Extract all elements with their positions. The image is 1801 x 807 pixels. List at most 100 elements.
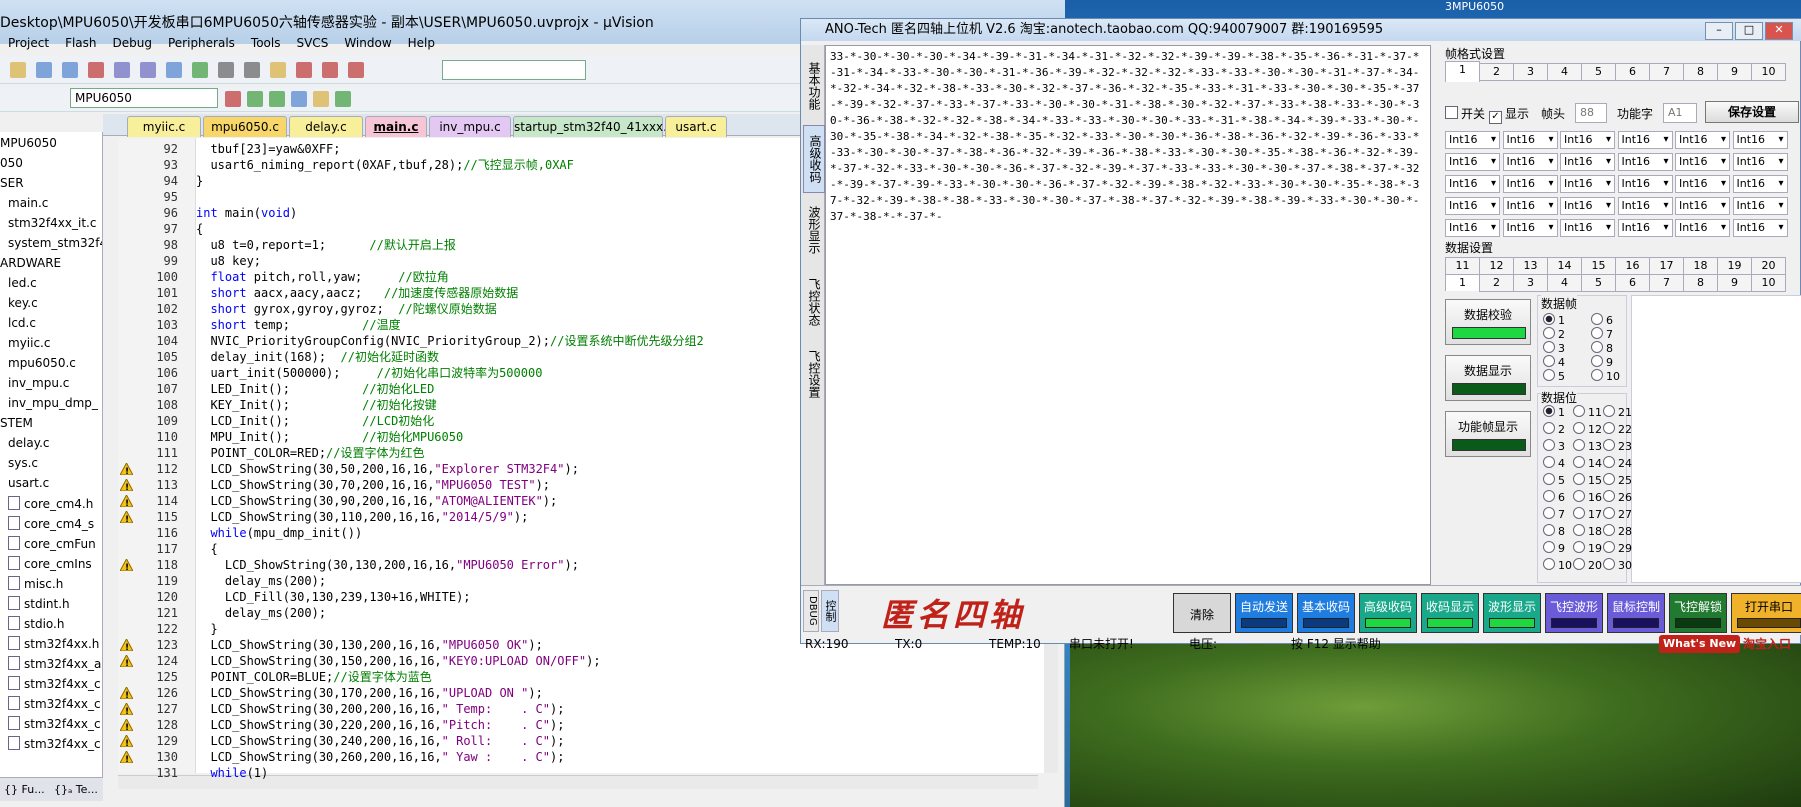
tree-item[interactable]: led.c xyxy=(8,276,37,294)
tree-item[interactable]: stm32f4xx_it.c xyxy=(8,216,96,234)
minimize-button[interactable]: – xyxy=(1705,22,1733,40)
bit-radio-30[interactable]: 30 xyxy=(1603,558,1632,572)
tree-item[interactable]: core_cm4_s xyxy=(8,516,94,534)
frame-tab-4[interactable]: 4 xyxy=(1547,63,1582,81)
target-select[interactable]: MPU6050 xyxy=(70,88,218,108)
type-select[interactable]: Int16 xyxy=(1445,131,1500,149)
frame-radio-3[interactable]: 3 xyxy=(1543,341,1565,355)
frame-tab-9[interactable]: 9 xyxy=(1717,63,1752,81)
frame-radio-5[interactable]: 5 xyxy=(1543,369,1565,383)
bit-radio-9[interactable]: 9 xyxy=(1543,541,1565,555)
func-button-6[interactable]: 飞控波形 xyxy=(1545,593,1603,633)
data-tab-9[interactable]: 9 xyxy=(1717,274,1752,292)
frame-tab-6[interactable]: 6 xyxy=(1615,63,1650,81)
bit-radio-6[interactable]: 6 xyxy=(1543,490,1565,504)
type-select[interactable]: Int16 xyxy=(1502,197,1558,215)
type-select[interactable]: Int16 xyxy=(1732,175,1788,193)
bit-radio-10[interactable]: 10 xyxy=(1543,558,1572,572)
manage-icon[interactable] xyxy=(313,91,329,107)
tree-item[interactable]: stm32f4xx_a xyxy=(8,656,101,674)
tree-item[interactable]: delay.c xyxy=(8,436,50,454)
type-select[interactable]: Int16 xyxy=(1560,175,1615,193)
type-select[interactable]: Int16 xyxy=(1560,131,1615,149)
func-button-9[interactable]: 打开串口 xyxy=(1731,593,1801,633)
tree-item[interactable]: ARDWARE xyxy=(0,256,61,274)
func-button-7[interactable]: 鼠标控制 xyxy=(1607,593,1665,633)
tree-item[interactable]: stm32f4xx_c xyxy=(8,676,101,694)
outdent-icon[interactable] xyxy=(270,62,286,78)
tree-item[interactable]: stm32f4xx_c xyxy=(8,736,101,754)
data-tab-13[interactable]: 13 xyxy=(1513,257,1548,275)
bit-radio-18[interactable]: 18 xyxy=(1573,524,1602,538)
file-tab-main-c[interactable]: main.c xyxy=(365,116,427,137)
data-tab-17[interactable]: 17 xyxy=(1649,257,1684,275)
tree-item[interactable]: core_cm4.h xyxy=(8,496,93,514)
type-select[interactable]: Int16 xyxy=(1560,153,1615,171)
tree-item[interactable]: core_cmIns xyxy=(8,556,92,574)
data-tab-15[interactable]: 15 xyxy=(1581,257,1616,275)
stop-icon[interactable] xyxy=(348,62,364,78)
frame-tab-5[interactable]: 5 xyxy=(1581,63,1616,81)
frame-radio-4[interactable]: 4 xyxy=(1543,355,1565,369)
func-button-8[interactable]: 飞控解锁 xyxy=(1669,593,1727,633)
data-tab-2[interactable]: 2 xyxy=(1479,274,1514,292)
tree-tab[interactable]: {}ₐ Te... xyxy=(54,783,98,796)
data-tab-20[interactable]: 20 xyxy=(1751,257,1786,275)
tree-item[interactable]: stdint.h xyxy=(8,596,70,614)
type-select[interactable]: Int16 xyxy=(1502,175,1558,193)
bit-radio-27[interactable]: 27 xyxy=(1603,507,1632,521)
bit-radio-8[interactable]: 8 xyxy=(1543,524,1565,538)
type-select[interactable]: Int16 xyxy=(1732,219,1788,237)
debug-icon[interactable] xyxy=(322,62,338,78)
bit-radio-21[interactable]: 21 xyxy=(1603,405,1632,419)
frame-radio-2[interactable]: 2 xyxy=(1543,327,1565,341)
data-tab-14[interactable]: 14 xyxy=(1547,257,1582,275)
frame-tab-2[interactable]: 2 xyxy=(1479,63,1514,81)
frame-radio-9[interactable]: 9 xyxy=(1591,355,1613,369)
save-settings-button[interactable]: 保存设置 xyxy=(1705,101,1799,123)
tree-item[interactable]: mpu6050.c xyxy=(8,356,76,374)
redo-icon[interactable] xyxy=(140,62,156,78)
bit-radio-2[interactable]: 2 xyxy=(1543,422,1565,436)
bit-radio-5[interactable]: 5 xyxy=(1543,473,1565,487)
tree-item[interactable]: inv_mpu_dmp_ xyxy=(8,396,98,414)
file-tab-usart-c[interactable]: usart.c xyxy=(665,116,727,137)
bit-radio-4[interactable]: 4 xyxy=(1543,456,1565,470)
data-tab-3[interactable]: 3 xyxy=(1513,274,1548,292)
file-tab-delay-c[interactable]: delay.c xyxy=(289,116,363,137)
frame-radio-10[interactable]: 10 xyxy=(1591,369,1620,383)
tree-item[interactable]: myiic.c xyxy=(8,336,50,354)
bookmark-icon[interactable] xyxy=(218,62,234,78)
bit-radio-16[interactable]: 16 xyxy=(1573,490,1602,504)
bit-radio-22[interactable]: 22 xyxy=(1603,422,1632,436)
data-tab-5[interactable]: 5 xyxy=(1581,274,1616,292)
type-select[interactable]: Int16 xyxy=(1502,131,1558,149)
data-tab-7[interactable]: 7 xyxy=(1649,274,1684,292)
bit-radio-14[interactable]: 14 xyxy=(1573,456,1602,470)
tree-item[interactable]: sys.c xyxy=(8,456,38,474)
taobao-link[interactable]: 淘宝入口 xyxy=(1743,635,1791,653)
find-icon[interactable] xyxy=(296,62,312,78)
side-tab-3[interactable]: 飞控状态 xyxy=(803,269,823,335)
tree-item[interactable]: SER xyxy=(0,176,24,194)
type-select[interactable]: Int16 xyxy=(1732,153,1788,171)
whats-new-button[interactable]: What's New xyxy=(1659,635,1741,653)
menu-debug[interactable]: Debug xyxy=(113,36,152,50)
data-tab-16[interactable]: 16 xyxy=(1615,257,1650,275)
function-frame-display-button[interactable]: 功能帧显示 xyxy=(1445,411,1531,457)
func-button-4[interactable]: 收码显示 xyxy=(1421,593,1479,633)
bit-radio-12[interactable]: 12 xyxy=(1573,422,1602,436)
data-tab-12[interactable]: 12 xyxy=(1479,257,1514,275)
bit-radio-19[interactable]: 19 xyxy=(1573,541,1602,555)
side-tab-0[interactable]: 基本功能 xyxy=(803,53,823,119)
data-tab-18[interactable]: 18 xyxy=(1683,257,1718,275)
tree-tab[interactable]: {} Fu... xyxy=(4,783,45,796)
copy-icon[interactable] xyxy=(62,62,78,78)
side-tab-1[interactable]: 高级收码 xyxy=(803,125,825,193)
data-tab-11[interactable]: 11 xyxy=(1445,257,1480,275)
func-button-3[interactable]: 高级收码 xyxy=(1359,593,1417,633)
func-button-0[interactable]: 清除 xyxy=(1173,593,1231,633)
tree-item[interactable]: lcd.c xyxy=(8,316,36,334)
menu-window[interactable]: Window xyxy=(344,36,391,50)
frame-tab-10[interactable]: 10 xyxy=(1751,63,1786,81)
